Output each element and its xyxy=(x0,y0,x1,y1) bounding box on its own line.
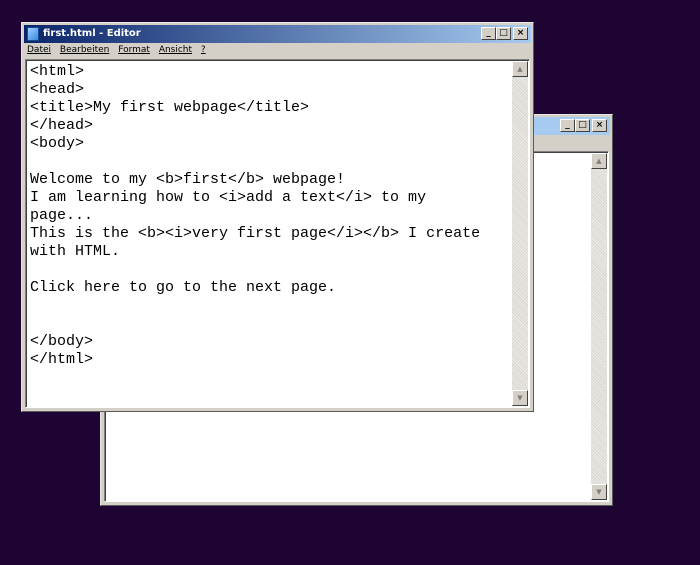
back-scroll-down-button[interactable]: ▼ xyxy=(591,484,607,500)
editor-line: <body> xyxy=(30,135,85,152)
scroll-up-button[interactable]: ▲ xyxy=(512,61,528,77)
editor-content[interactable]: <html> <head> <title>My first webpage</tit… xyxy=(30,63,509,369)
back-vertical-scrollbar[interactable]: ▲ ▼ xyxy=(591,153,607,500)
back-minimize-button[interactable]: _ xyxy=(560,119,575,132)
menu-help[interactable]: ? xyxy=(201,45,206,55)
editor-titlebar[interactable]: first.html - Editor _ □ × xyxy=(24,25,531,43)
vertical-scrollbar[interactable]: ▲ ▼ xyxy=(512,61,528,406)
editor-line: Welcome to my <b>first</b> webpage! xyxy=(30,171,346,188)
editor-text-area[interactable]: <html> <head> <title>My first webpage</tit… xyxy=(25,59,530,408)
editor-line: </head> xyxy=(30,117,94,134)
window-title: first.html - Editor xyxy=(43,28,141,39)
back-close-button[interactable]: × xyxy=(592,119,607,132)
editor-line: page... xyxy=(30,207,94,224)
back-maximize-button[interactable]: □ xyxy=(575,119,590,132)
menu-ansicht[interactable]: Ansicht xyxy=(159,45,192,55)
minimize-button[interactable]: _ xyxy=(481,27,496,40)
editor-line: with HTML. xyxy=(30,243,121,260)
editor-line: <title>My first webpage</title> xyxy=(30,99,310,116)
menu-bar: Datei Bearbeiten Format Ansicht ? xyxy=(24,43,531,58)
editor-line: Click here to go to the next page. xyxy=(30,279,337,296)
editor-line: </html> xyxy=(30,351,94,368)
notepad-icon xyxy=(27,27,39,41)
editor-line: This is the <b><i>very first page</i></b… xyxy=(30,225,481,242)
menu-bearbeiten[interactable]: Bearbeiten xyxy=(60,45,109,55)
back-scroll-up-button[interactable]: ▲ xyxy=(591,153,607,169)
maximize-button[interactable]: □ xyxy=(496,27,511,40)
menu-format[interactable]: Format xyxy=(118,45,150,55)
editor-line: </body> xyxy=(30,333,94,350)
menu-datei[interactable]: Datei xyxy=(27,45,51,55)
editor-line: <head> xyxy=(30,81,85,98)
editor-window[interactable]: first.html - Editor _ □ × Datei Bearbeit… xyxy=(21,22,534,412)
editor-line: I am learning how to <i>add a text</i> t… xyxy=(30,189,427,206)
scroll-down-button[interactable]: ▼ xyxy=(512,390,528,406)
close-button[interactable]: × xyxy=(513,27,528,40)
editor-line: <html> xyxy=(30,63,85,80)
